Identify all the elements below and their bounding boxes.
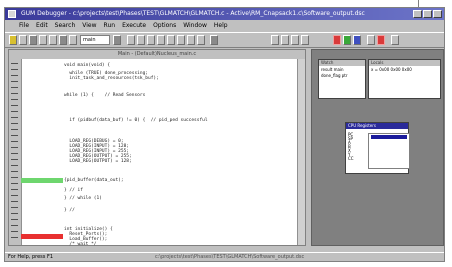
registers-window-title: CPU Registers bbox=[346, 123, 408, 129]
register-row[interactable] bbox=[371, 140, 407, 144]
menu-window[interactable]: Window bbox=[183, 21, 207, 31]
registers-window[interactable]: CPU Registers PC SP A B X Y CC bbox=[345, 122, 410, 174]
code-line: /* wait */ bbox=[64, 242, 97, 247]
watch-window-button[interactable] bbox=[271, 35, 279, 45]
code-line: while (1) { // Read Sensors bbox=[64, 93, 146, 98]
locals-line: x = 0x00 0x00 0x00 bbox=[371, 67, 412, 72]
locals-window-button[interactable] bbox=[281, 35, 289, 45]
register-row[interactable] bbox=[371, 155, 407, 159]
options-button[interactable] bbox=[367, 35, 375, 45]
register-row-selected[interactable] bbox=[371, 135, 407, 139]
combo-dropdown-button[interactable] bbox=[113, 35, 121, 45]
run-to-cursor-button[interactable] bbox=[157, 35, 165, 45]
connect-button[interactable] bbox=[343, 35, 351, 45]
register-window-button[interactable] bbox=[291, 35, 299, 45]
register-row[interactable] bbox=[371, 150, 407, 154]
maximize-button[interactable] bbox=[423, 10, 432, 18]
editor-title: Main - (Default)Nucleus_main.c bbox=[9, 50, 305, 59]
open-button[interactable] bbox=[9, 35, 17, 45]
step-into-button[interactable] bbox=[127, 35, 135, 45]
cut-button[interactable] bbox=[29, 35, 37, 45]
locals-window[interactable]: Locals x = 0x00 0x00 0x00 bbox=[368, 59, 441, 99]
watch-line: done_flag ptr bbox=[321, 73, 348, 78]
paste-button[interactable] bbox=[49, 35, 57, 45]
menu-execute[interactable]: Execute bbox=[122, 21, 146, 31]
current-line-marker bbox=[21, 178, 63, 183]
editor-scrollbar[interactable] bbox=[297, 59, 305, 245]
code-line: } // if bbox=[64, 188, 83, 193]
function-combo[interactable]: main bbox=[80, 35, 110, 45]
line-gutter[interactable] bbox=[9, 59, 22, 245]
code-line: LOAD_REG(OUTPUT) = 128; bbox=[64, 159, 132, 164]
code-line: {pid_buffer(data_out); bbox=[64, 178, 124, 183]
save-button[interactable] bbox=[19, 35, 27, 45]
step-over-button[interactable] bbox=[137, 35, 145, 45]
exit-debug-button[interactable] bbox=[377, 35, 385, 45]
menu-help[interactable]: Help bbox=[214, 21, 228, 31]
menu-view[interactable]: View bbox=[82, 21, 96, 31]
code-line: init_task_and_resources(tsk_buf); bbox=[64, 76, 159, 81]
status-bar: For Help, press F1 c:\projects\test\Phas… bbox=[5, 252, 444, 262]
reset-button[interactable] bbox=[187, 35, 195, 45]
menu-run[interactable]: Run bbox=[104, 21, 116, 31]
debug-panes: Watch result main done_flag ptr Locals x… bbox=[311, 49, 444, 246]
stop-button[interactable] bbox=[333, 35, 341, 45]
copy-button[interactable] bbox=[39, 35, 47, 45]
code-line: } // bbox=[64, 208, 75, 213]
status-path: c:\projects\test\Phases\TEST\GLMATCH\Sof… bbox=[155, 254, 305, 260]
menu-options[interactable]: Options bbox=[153, 21, 176, 31]
source-editor[interactable]: Main - (Default)Nucleus_main.c void main… bbox=[8, 49, 306, 247]
register-label: CC bbox=[348, 156, 354, 161]
app-icon bbox=[8, 10, 16, 18]
register-list[interactable] bbox=[368, 133, 410, 169]
menu-edit[interactable]: Edit bbox=[36, 21, 48, 31]
window-title: GUM Debugger - c:\projects\test\Phases\T… bbox=[21, 10, 365, 17]
title-bar: GUM Debugger - c:\projects\test\Phases\T… bbox=[5, 8, 444, 20]
watch-window[interactable]: Watch result main done_flag ptr bbox=[318, 59, 366, 99]
memory-view-button[interactable] bbox=[210, 35, 218, 45]
breakpoint-marker[interactable] bbox=[21, 234, 63, 239]
disassembly-button[interactable] bbox=[301, 35, 309, 45]
code-line: void main(void) { bbox=[64, 63, 111, 68]
status-text: For Help, press F1 bbox=[8, 254, 54, 260]
breakpoint-button[interactable] bbox=[197, 35, 205, 45]
halt-button[interactable] bbox=[177, 35, 185, 45]
target-button[interactable] bbox=[353, 35, 361, 45]
menu-search[interactable]: Search bbox=[55, 21, 76, 31]
close-button[interactable] bbox=[433, 10, 442, 18]
find-button[interactable] bbox=[59, 35, 67, 45]
replace-button[interactable] bbox=[69, 35, 77, 45]
go-button[interactable] bbox=[167, 35, 175, 45]
help-button[interactable] bbox=[391, 35, 399, 45]
toolbar: main bbox=[5, 32, 444, 48]
watch-line: result main bbox=[321, 67, 344, 72]
register-row[interactable] bbox=[371, 145, 407, 149]
step-out-button[interactable] bbox=[147, 35, 155, 45]
debugger-window: GUM Debugger - c:\projects\test\Phases\T… bbox=[4, 7, 445, 262]
minimize-button[interactable] bbox=[413, 10, 422, 18]
menu-file[interactable]: File bbox=[19, 21, 29, 31]
menu-bar: File Edit Search View Run Execute Option… bbox=[5, 21, 444, 31]
code-line: } // while (1) bbox=[64, 196, 102, 201]
code-line: if (pidbuf(data_buf) != 0) { // pid_ped … bbox=[64, 118, 208, 123]
